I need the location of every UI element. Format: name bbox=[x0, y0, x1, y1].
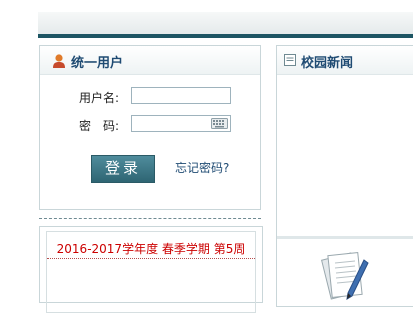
news-panel-header: 校园新闻 bbox=[277, 46, 413, 75]
login-panel: 统一用户 用户名: 密 码: 登录 忘记密码? bbox=[39, 45, 261, 210]
news-panel: 校园新闻 bbox=[276, 45, 413, 307]
login-panel-header: 统一用户 bbox=[40, 46, 260, 75]
term-panel: 2016-2017学年度 春季学期 第5周 bbox=[39, 226, 263, 313]
news-divider bbox=[277, 236, 413, 239]
forgot-password-link[interactable]: 忘记密码? bbox=[175, 159, 229, 176]
user-icon bbox=[53, 54, 65, 68]
news-title[interactable]: 校园新闻 bbox=[301, 52, 353, 71]
top-banner bbox=[38, 12, 413, 36]
news-icon bbox=[284, 54, 296, 66]
login-button[interactable]: 登录 bbox=[91, 155, 155, 183]
username-input[interactable] bbox=[131, 87, 231, 104]
login-title: 统一用户 bbox=[71, 56, 124, 71]
keyboard-icon[interactable] bbox=[211, 118, 228, 129]
term-text: 2016-2017学年度 春季学期 第5周 bbox=[56, 242, 246, 256]
username-label: 用户名: bbox=[79, 91, 120, 105]
term-dotted-line bbox=[47, 258, 255, 259]
term-box: 2016-2017学年度 春季学期 第5周 bbox=[46, 231, 256, 313]
document-pen-icon bbox=[321, 251, 369, 300]
dashed-divider bbox=[39, 218, 261, 219]
password-label: 密 码: bbox=[79, 119, 120, 133]
top-divider bbox=[38, 34, 413, 38]
